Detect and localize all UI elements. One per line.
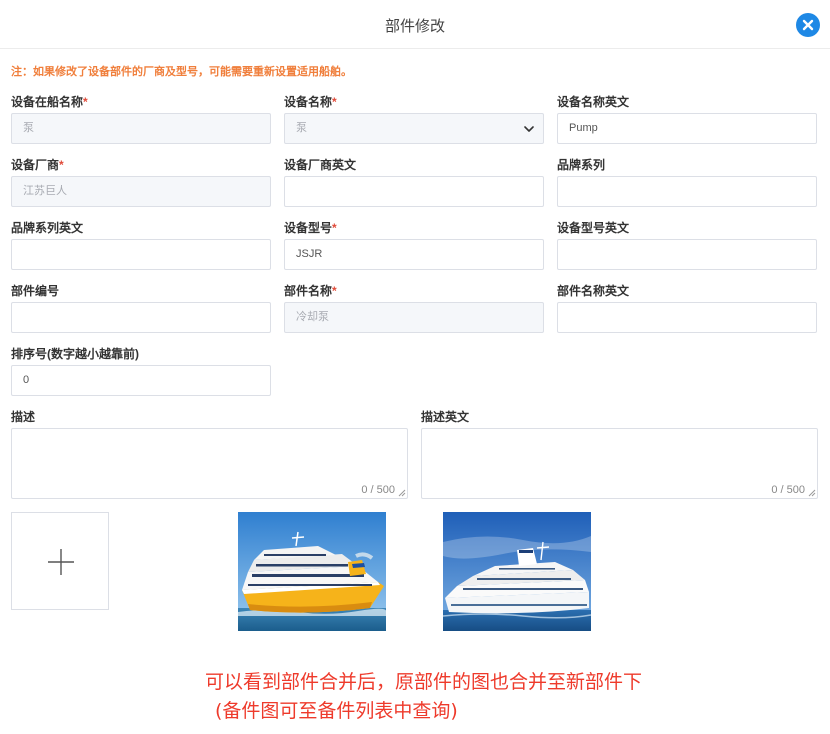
manufacturer-input[interactable]: 江苏巨人 [11,176,271,207]
ship-device-name-label: 设备在船名称* [11,95,88,109]
model-label: 设备型号* [284,221,337,235]
description-en-char-counter: 0 / 500 [771,484,805,496]
description-textarea[interactable]: 0 / 500 [11,428,408,499]
manufacturer-en-input[interactable] [284,176,544,207]
device-name-en-input[interactable]: Pump [557,113,817,144]
device-name-label: 设备名称* [284,95,337,109]
annotation-line-2: (备件图可至备件列表中查询) [215,700,458,722]
part-number-input[interactable] [11,302,271,333]
part-number-label: 部件编号 [11,284,60,298]
annotation-line-1: 可以看到部件合并后，原部件的图也合并至新部件下 [205,671,643,693]
required-mark: * [59,158,64,172]
description-char-counter: 0 / 500 [361,484,395,496]
part-name-en-label: 部件名称英文 [557,284,630,298]
device-name-select-value: 泵 [296,122,307,134]
sort-order-label: 排序号(数字越小越靠前) [11,347,139,361]
required-mark: * [332,221,337,235]
device-name-en-label: 设备名称英文 [557,95,630,109]
required-mark: * [332,284,337,298]
description-label: 描述 [11,410,36,424]
brand-series-en-input[interactable] [11,239,271,270]
warning-note: 注：如果修改了设备部件的厂商及型号，可能需要重新设置适用船舶。 [11,66,352,78]
white-cruise-ship-photo[interactable] [443,512,591,631]
required-mark: * [332,95,337,109]
brand-series-label: 品牌系列 [557,158,606,172]
manufacturer-label: 设备厂商* [11,158,64,172]
brand-series-input[interactable] [557,176,817,207]
resize-handle-icon[interactable] [398,489,406,497]
brand-series-en-label: 品牌系列英文 [11,221,84,235]
sort-order-input[interactable]: 0 [11,365,271,396]
part-name-input[interactable]: 冷却泵 [284,302,544,333]
yellow-ferry-photo[interactable] [238,512,386,631]
chevron-down-icon [524,126,534,132]
image-upload-button[interactable] [11,512,109,610]
device-name-select[interactable]: 泵 [284,113,544,144]
description-en-textarea[interactable]: 0 / 500 [421,428,818,499]
dialog-header: 部件修改 [0,0,830,49]
close-button[interactable] [796,13,820,37]
model-en-input[interactable] [557,239,817,270]
ship-device-name-input[interactable]: 泵 [11,113,271,144]
resize-handle-icon[interactable] [808,489,816,497]
part-name-en-input[interactable] [557,302,817,333]
dialog-title: 部件修改 [384,18,445,35]
model-en-label: 设备型号英文 [557,221,630,235]
plus-icon [48,549,74,575]
close-icon [802,19,814,31]
part-name-label: 部件名称* [284,284,337,298]
manufacturer-en-label: 设备厂商英文 [284,158,357,172]
model-input[interactable]: JSJR [284,239,544,270]
required-mark: * [83,95,88,109]
description-en-label: 描述英文 [421,410,470,424]
